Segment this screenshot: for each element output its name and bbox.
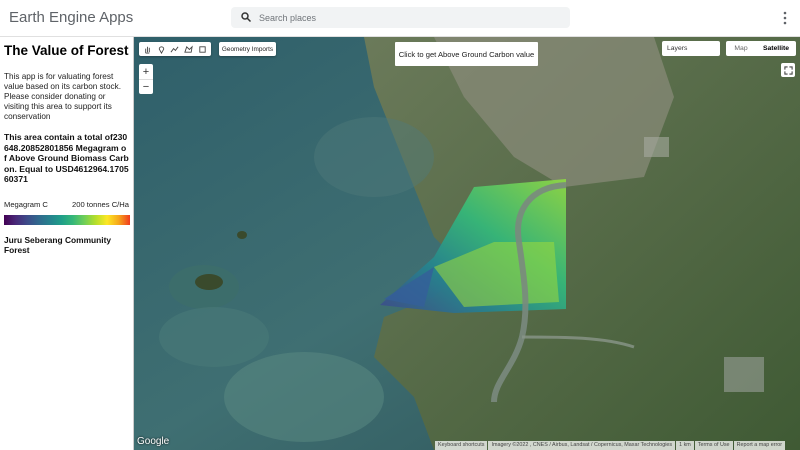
satellite-button[interactable]: Satellite [756, 41, 796, 56]
rectangle-icon[interactable] [198, 45, 207, 54]
search-input[interactable] [259, 9, 559, 26]
search-box[interactable] [231, 7, 570, 28]
google-logo: Google [137, 436, 170, 447]
panel-description: This app is for valuating forest value b… [4, 72, 121, 121]
panel-title: The Value of Forest [4, 43, 129, 58]
geometry-imports-button[interactable]: Geometry Imports [219, 42, 276, 56]
carbon-total-text: This area contain a total of230648.20852… [4, 132, 129, 184]
marker-icon[interactable] [157, 45, 166, 54]
legend-min-label: Megagram C [4, 199, 48, 209]
legend-labels: Megagram C 200 tonnes C/Ha [4, 200, 129, 209]
hand-icon[interactable] [143, 45, 152, 54]
more-vertical-icon[interactable] [780, 11, 790, 25]
app-title[interactable]: Earth Engine Apps [9, 9, 133, 26]
map-button[interactable]: Map [726, 41, 756, 56]
report-error-link[interactable]: Report a map error [733, 441, 786, 450]
scale-bar: 1 km [676, 441, 694, 450]
terms-link[interactable]: Terms of Use [694, 441, 733, 450]
line-icon[interactable] [170, 45, 179, 54]
drawing-toolbar [139, 42, 211, 56]
map-view[interactable]: Geometry Imports Click to get Above Grou… [134, 37, 800, 450]
layers-dropdown[interactable]: Layers [662, 41, 720, 56]
zoom-out-button[interactable]: − [139, 79, 153, 94]
fullscreen-icon[interactable] [781, 63, 795, 77]
search-icon [241, 12, 252, 23]
zoom-in-button[interactable]: + [139, 64, 153, 79]
app-header: Earth Engine Apps [0, 0, 800, 37]
shape-icon[interactable] [184, 44, 193, 54]
imagery-credit: Imagery ©2022 , CNES / Airbus, Landsat /… [488, 441, 676, 450]
satellite-imagery[interactable] [134, 37, 800, 450]
keyboard-shortcuts-link[interactable]: Keyboard shortcuts [435, 441, 488, 450]
legend-max-label: 200 tonnes C/Ha [72, 199, 129, 209]
forest-name: Juru Seberang Community Forest [4, 234, 112, 255]
map-type-toggle: Map Satellite [726, 41, 796, 56]
zoom-control: + − [139, 64, 153, 94]
legend-colorbar [4, 214, 130, 225]
click-instruction-label: Click to get Above Ground Carbon value [395, 42, 538, 66]
side-panel: The Value of Forest This app is for valu… [0, 37, 134, 450]
map-attribution: Keyboard shortcuts Imagery ©2022 , CNES … [435, 441, 786, 450]
